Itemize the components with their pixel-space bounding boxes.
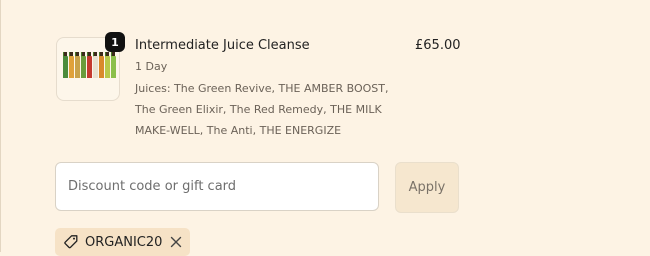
juice-bottle (111, 52, 116, 78)
tag-icon (63, 234, 79, 250)
juice-bottle (87, 52, 92, 78)
juice-bottle (81, 52, 86, 78)
line-item-title: Intermediate Juice Cleanse (135, 38, 310, 53)
juice-bottle (63, 52, 68, 78)
juice-bottle (105, 52, 110, 78)
line-item-description: Juices: The Green Revive, THE AMBER BOOS… (135, 82, 389, 137)
discount-code-input[interactable] (55, 162, 379, 211)
juice-bottle (93, 52, 98, 78)
product-image-bottles (63, 52, 116, 78)
juice-bottle (69, 52, 74, 78)
line-item-variant: 1 Day (135, 60, 168, 73)
line-item-price: £65.00 (415, 38, 461, 53)
close-icon[interactable] (170, 236, 182, 248)
juice-bottle (75, 52, 80, 78)
juice-bottle (99, 52, 104, 78)
panel-divider (0, 0, 1, 252)
line-item-thumbnail: 1 (56, 32, 125, 101)
quantity-badge: 1 (105, 32, 125, 52)
applied-discount-code: ORGANIC20 (85, 234, 163, 250)
apply-discount-button[interactable]: Apply (395, 162, 459, 213)
